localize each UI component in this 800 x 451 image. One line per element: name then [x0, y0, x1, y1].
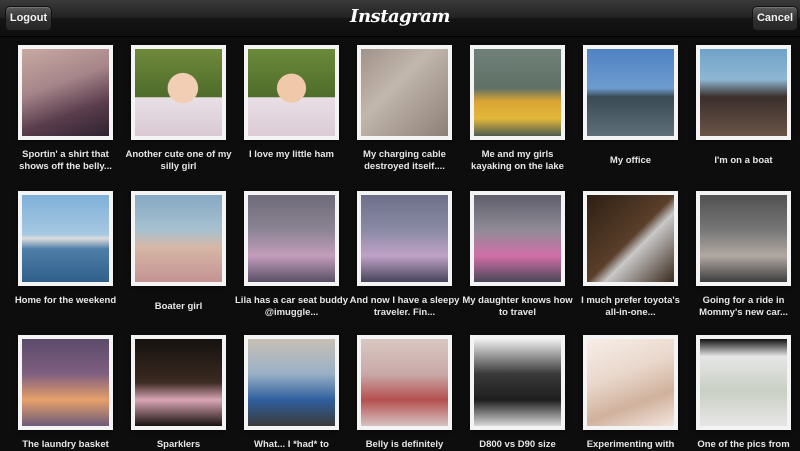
photo-thumbnail[interactable] [18, 335, 113, 430]
photo-caption: Boater girl [154, 301, 203, 312]
photo-caption: I love my little ham [249, 149, 334, 160]
photo-caption: Going for a ride in Mommy's new car... [699, 295, 788, 318]
photo-thumbnail[interactable] [470, 335, 565, 430]
photo-thumbnail[interactable] [583, 45, 678, 140]
photo-caption: Me and my girls kayaking on the lake [471, 149, 564, 172]
photo-thumbnail[interactable] [357, 191, 452, 286]
photo-thumbnail[interactable] [18, 191, 113, 286]
photo-caption: And now I have a sleepy traveler. Fin... [349, 295, 460, 318]
photo-thumbnail[interactable] [131, 335, 226, 430]
photo-thumbnail[interactable] [244, 191, 339, 286]
photo-thumbnail[interactable] [583, 335, 678, 430]
app-title: Instagram [350, 6, 450, 27]
photo-thumbnail[interactable] [357, 335, 452, 430]
photo-caption: My charging cable destroyed itself.... [363, 149, 446, 172]
photo-caption: Experimenting with [586, 439, 675, 450]
photo-caption: Another cute one of my silly girl [125, 149, 232, 172]
photo-caption: My daughter knows how to travel [462, 295, 573, 318]
photo-thumbnail[interactable] [357, 45, 452, 140]
photo-caption: I'm on a boat [714, 155, 773, 166]
photo-thumbnail[interactable] [244, 335, 339, 430]
photo-thumbnail[interactable] [696, 45, 791, 140]
photo-caption: Sparklers [156, 439, 201, 450]
photo-thumbnail[interactable] [470, 191, 565, 286]
photo-caption: One of the pics from [697, 439, 790, 450]
photo-caption: Home for the weekend [14, 295, 117, 306]
photo-caption: I much prefer toyota's all-in-one... [581, 295, 680, 318]
photo-caption: Lila has a car seat buddy @imuggle... [235, 295, 348, 318]
photo-grid: Sportin' a shirt that shows off the bell… [0, 37, 800, 450]
photo-caption: D800 vs D90 size [479, 439, 556, 450]
photo-thumbnail[interactable] [470, 45, 565, 140]
cancel-button[interactable]: Cancel [752, 6, 798, 31]
photo-thumbnail[interactable] [696, 191, 791, 286]
photo-caption: My office [609, 155, 652, 166]
photo-thumbnail[interactable] [583, 191, 678, 286]
photo-thumbnail[interactable] [696, 335, 791, 430]
top-bar: Logout Instagram Cancel [0, 0, 800, 37]
photo-thumbnail[interactable] [131, 191, 226, 286]
photo-caption: Sportin' a shirt that shows off the bell… [19, 149, 112, 172]
photo-thumbnail[interactable] [131, 45, 226, 140]
photo-caption: Belly is definitely [365, 439, 444, 450]
photo-caption: The laundry basket [22, 439, 109, 450]
photo-thumbnail[interactable] [244, 45, 339, 140]
photo-caption: What... I *had* to [254, 439, 329, 450]
photo-thumbnail[interactable] [18, 45, 113, 140]
